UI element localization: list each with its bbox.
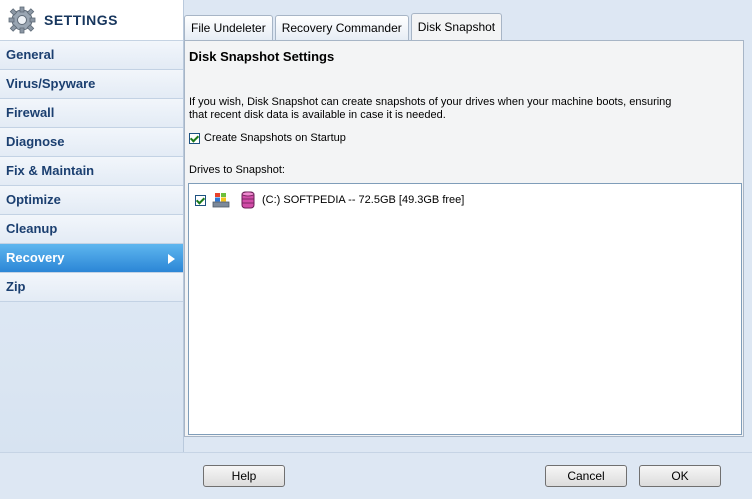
sidebar-item-label: Cleanup: [6, 221, 58, 236]
sidebar-item-zip[interactable]: Zip: [0, 273, 183, 302]
sidebar-item-label: Fix & Maintain: [6, 163, 95, 178]
os-drive-icon: [212, 193, 230, 208]
tab-bar: File Undeleter Recovery Commander Disk S…: [184, 13, 504, 41]
startup-checkbox-label: Create Snapshots on Startup: [204, 132, 346, 144]
help-button[interactable]: Help: [203, 465, 285, 487]
sidebar-item-recovery[interactable]: Recovery: [0, 244, 183, 273]
drives-label: Drives to Snapshot:: [189, 164, 285, 176]
sidebar-item-diagnose[interactable]: Diagnose: [0, 128, 183, 157]
sidebar-item-label: Diagnose: [6, 134, 65, 149]
sidebar-item-fix-maintain[interactable]: Fix & Maintain: [0, 157, 183, 186]
tab-recovery-commander[interactable]: Recovery Commander: [274, 15, 409, 40]
startup-checkbox-row[interactable]: Create Snapshots on Startup: [189, 132, 346, 144]
sidebar: SETTINGS General Virus/Spyware Firewall …: [0, 0, 184, 452]
tab-file-undeleter[interactable]: File Undeleter: [184, 15, 273, 40]
sidebar-item-label: Virus/Spyware: [6, 76, 96, 91]
sidebar-title: SETTINGS: [44, 12, 119, 28]
drive-checkbox[interactable]: [195, 194, 206, 206]
sidebar-item-label: General: [6, 47, 55, 62]
list-item[interactable]: (C:) SOFTPEDIA -- 72.5GB [49.3GB free]: [195, 190, 464, 210]
drives-list: (C:) SOFTPEDIA -- 72.5GB [49.3GB free]: [188, 183, 742, 435]
sidebar-item-optimize[interactable]: Optimize: [0, 186, 183, 215]
disk-snapshot-panel: Disk Snapshot Settings If you wish, Disk…: [184, 40, 744, 437]
sidebar-header: SETTINGS: [0, 0, 183, 41]
disk-icon: [241, 191, 255, 209]
chevron-right-icon: [168, 254, 175, 264]
sidebar-item-label: Optimize: [6, 192, 61, 207]
drive-label: (C:) SOFTPEDIA -- 72.5GB [49.3GB free]: [262, 194, 465, 206]
sidebar-item-cleanup[interactable]: Cleanup: [0, 215, 183, 244]
tab-disk-snapshot[interactable]: Disk Snapshot: [410, 13, 503, 40]
startup-checkbox[interactable]: [189, 132, 200, 144]
description-line: If you wish, Disk Snapshot can create sn…: [189, 96, 672, 108]
sidebar-item-general[interactable]: General: [0, 41, 183, 70]
description-line: that recent disk data is available in ca…: [189, 109, 446, 121]
sidebar-item-label: Recovery: [6, 250, 65, 265]
sidebar-item-firewall[interactable]: Firewall: [0, 99, 183, 128]
sidebar-item-virus-spyware[interactable]: Virus/Spyware: [0, 70, 183, 99]
sidebar-item-label: Firewall: [6, 105, 55, 120]
divider: [0, 452, 752, 453]
panel-title: Disk Snapshot Settings: [189, 49, 335, 64]
sidebar-item-label: Zip: [6, 279, 26, 294]
cancel-button[interactable]: Cancel: [545, 465, 627, 487]
gear-icon: [8, 6, 36, 34]
panel-description: If you wish, Disk Snapshot can create sn…: [189, 96, 679, 122]
ok-button[interactable]: OK: [639, 465, 721, 487]
